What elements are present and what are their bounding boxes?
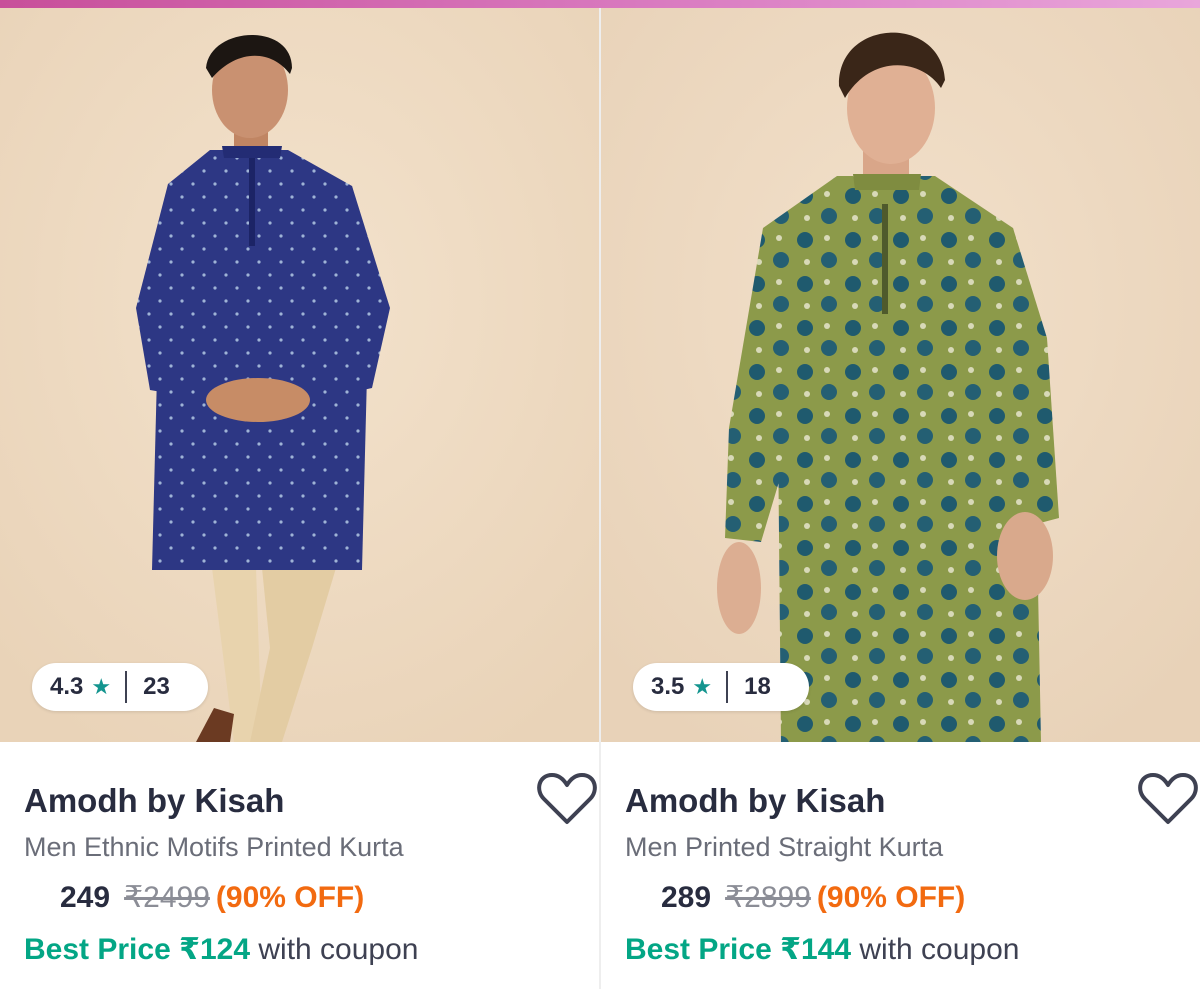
top-accent-bar [0,0,1200,8]
price-row: 249 ₹2499 (90% OFF) [60,880,364,915]
star-icon: ★ [91,674,112,699]
product-info: Amodh by Kisah Men Ethnic Motifs Printed… [0,742,600,989]
product-info: Amodh by Kisah Men Printed Straight Kurt… [601,742,1200,989]
product-brand: Amodh by Kisah [625,782,886,819]
product-card[interactable]: 4.3 ★ 23 Amodh by Kisah Men Ethnic Motif… [0,8,600,989]
model-in-navy-kurta-photo [0,8,600,742]
product-name: Men Ethnic Motifs Printed Kurta [24,832,404,862]
original-price: ₹2899 [725,881,811,914]
selling-price: 249 [60,881,111,914]
rating-count: 23 [143,673,170,700]
best-price-row: Best Price ₹144 with coupon [625,932,1019,967]
product-card[interactable]: 3.5 ★ 18 Amodh by Kisah Men Printed Stra… [599,8,1200,989]
best-price: Best Price ₹124 [24,933,251,966]
best-price-row: Best Price ₹124 with coupon [24,932,418,967]
heart-outline-icon [537,773,597,824]
star-icon: ★ [692,674,713,699]
model-in-green-kurta-photo [601,8,1200,742]
best-price: Best Price ₹144 [625,933,852,966]
wishlist-button[interactable] [536,770,598,828]
rating-value: 3.5 [651,673,685,700]
coupon-text: with coupon [258,933,419,966]
rating-badge: 4.3 ★ 23 [32,663,208,711]
rating-divider [726,671,729,703]
product-grid: 4.3 ★ 23 Amodh by Kisah Men Ethnic Motif… [0,8,1200,989]
rating-count: 18 [744,673,771,700]
product-image[interactable] [601,8,1200,742]
original-price: ₹2499 [124,881,210,914]
coupon-text: with coupon [859,933,1020,966]
product-image[interactable] [0,8,600,742]
rating-value: 4.3 [50,673,84,700]
price-row: 289 ₹2899 (90% OFF) [661,880,965,915]
product-name: Men Printed Straight Kurta [625,832,944,862]
wishlist-button[interactable] [1137,770,1199,828]
rating-badge: 3.5 ★ 18 [633,663,809,711]
rating-divider [125,671,128,703]
product-brand: Amodh by Kisah [24,782,285,819]
heart-outline-icon [1138,773,1198,824]
selling-price: 289 [661,881,712,914]
discount-label: (90% OFF) [816,881,966,914]
discount-label: (90% OFF) [215,881,365,914]
